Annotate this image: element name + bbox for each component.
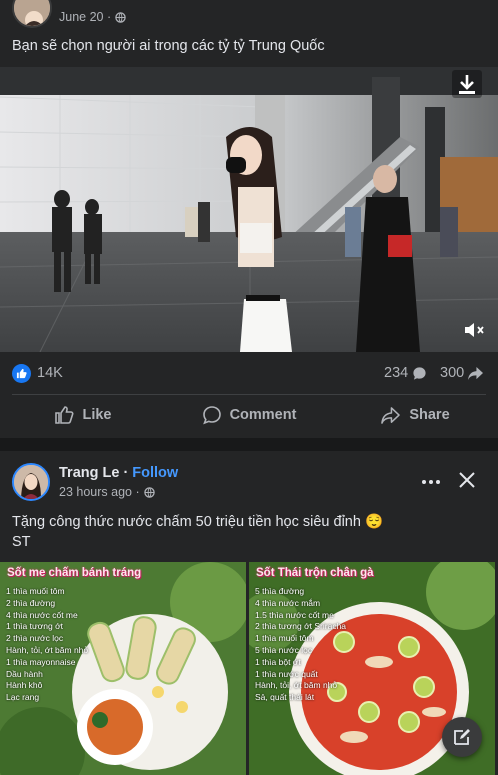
comment-label: Comment: [229, 407, 297, 423]
ingredient: Sả, quất thái lát: [255, 692, 315, 703]
ingredient: 1 thìa mayonnaise: [6, 656, 76, 667]
divider: [12, 394, 486, 395]
like-label: Like: [82, 407, 112, 423]
ingredient: 5 thìa nước lọc: [255, 644, 313, 655]
share-arrow-icon: [468, 366, 484, 380]
ingredient: 4 thìa nước mắm: [255, 597, 321, 608]
share-count[interactable]: 300: [440, 365, 484, 381]
globe-icon: [143, 486, 155, 498]
post-time: 23 hours ago ·: [59, 485, 140, 499]
post-card-1: June 20 · Bạn sẽ chọn người ai trong các…: [0, 0, 498, 438]
ingredient: 1 thìa nước quất: [255, 668, 318, 679]
post-date: June 20 ·: [59, 10, 112, 24]
ingredient: 1 thìa tương ớt: [6, 621, 64, 632]
ingredient: Lạc rang: [6, 692, 40, 703]
comment-bubble-icon: [413, 366, 426, 380]
recipe-title: Sốt me chấm bánh tráng: [7, 567, 142, 579]
thumbs-up-icon: [55, 406, 74, 424]
more-dots-icon[interactable]: [420, 471, 442, 493]
share-icon: [381, 406, 401, 424]
post-text-line-1: Tặng công thức nước chấm 50 triệu tiền h…: [12, 514, 384, 530]
ingredient: 1 thìa muối tôm: [6, 586, 65, 596]
like-count[interactable]: 14K: [37, 365, 63, 381]
globe-icon: [115, 11, 126, 23]
ingredient: 1 thìa muối tôm: [255, 633, 314, 644]
ingredient: Hành, tỏi, ớt băm nhỏ: [255, 680, 338, 691]
photo-left[interactable]: Sốt me chấm bánh tráng 1 thìa muối tôm 2…: [0, 562, 246, 775]
like-reaction-icon[interactable]: [12, 364, 31, 383]
recipe-ingredients: 1 thìa muối tôm 2 thìa đường 4 thìa nước…: [6, 586, 88, 704]
comment-button[interactable]: Comment: [166, 396, 332, 434]
follow-button[interactable]: Follow: [132, 465, 178, 481]
share-label: Share: [409, 407, 450, 423]
author-avatar[interactable]: [12, 0, 52, 28]
ingredient: 2 thìa nước lọc: [6, 633, 64, 644]
post-text: Bạn sẽ chọn người ai trong các tỷ tỷ Tru…: [12, 38, 325, 54]
ingredient: Hành khô: [6, 680, 43, 691]
compose-button[interactable]: [442, 717, 482, 757]
author-name[interactable]: Trang Le: [59, 465, 119, 481]
recipe-title: Sốt Thái trộn chân gà: [256, 567, 374, 579]
comment-count[interactable]: 234: [384, 365, 427, 381]
edit-compose-icon: [454, 729, 470, 745]
comment-icon: [202, 406, 221, 425]
post-text-line-2: ST: [12, 534, 31, 550]
post-timestamp[interactable]: 23 hours ago ·: [59, 485, 155, 499]
comment-count-value: 234: [384, 365, 409, 381]
ingredient: 1 thìa bột ớt: [255, 656, 301, 667]
share-count-value: 300: [440, 365, 465, 381]
post-action-bar: Like Comment Share: [0, 396, 498, 434]
ingredient: 5 thìa đường: [255, 586, 305, 596]
like-button[interactable]: Like: [0, 396, 166, 434]
post-video[interactable]: [0, 67, 498, 352]
recipe-ingredients: 5 thìa đường 4 thìa nước mắm 1.5 thìa nư…: [255, 586, 346, 704]
download-icon[interactable]: [452, 70, 482, 98]
ingredient: 2 thìa đường: [6, 597, 56, 608]
close-icon[interactable]: [458, 471, 476, 489]
ingredient: 4 thìa nước cốt me: [6, 609, 78, 620]
ingredient: 2 thìa tương ớt Sriracha: [255, 621, 347, 632]
feed-separator: [0, 438, 498, 451]
ingredient: Dầu hành: [6, 668, 43, 679]
author-row: Trang Le · Follow: [59, 465, 178, 481]
share-button[interactable]: Share: [332, 396, 498, 434]
ingredient: Hành, tỏi, ớt băm nhỏ: [6, 644, 89, 655]
post-timestamp[interactable]: June 20 ·: [59, 10, 126, 24]
author-avatar[interactable]: [12, 463, 50, 501]
ingredient: 1.5 thìa nước cốt me: [255, 609, 334, 620]
post-card-2: Trang Le · Follow 23 hours ago · Tặng cô…: [0, 451, 498, 775]
speaker-muted-icon[interactable]: [462, 318, 486, 342]
name-separator: ·: [123, 465, 129, 481]
video-frame: [0, 67, 498, 352]
reaction-summary: 14K 234 300: [0, 360, 498, 388]
